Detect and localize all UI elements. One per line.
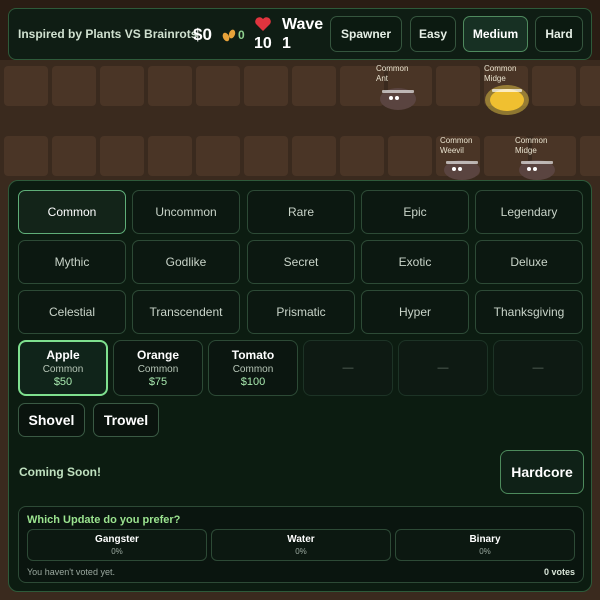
medium-button[interactable]: Medium — [463, 16, 528, 52]
poll-option-gangster[interactable]: Gangster 0% — [27, 529, 207, 561]
rarity-tab-exotic[interactable]: Exotic — [361, 240, 469, 284]
garden-tile — [100, 66, 144, 106]
poll-vote-count: 0 votes — [543, 567, 575, 577]
garden-tile — [52, 66, 96, 106]
plant-card-apple[interactable]: Apple Common $50 — [18, 340, 108, 396]
garden-tile — [580, 66, 600, 106]
easy-button[interactable]: Easy — [410, 16, 456, 52]
rarity-tab-prismatic[interactable]: Prismatic — [247, 290, 355, 334]
seed-icon — [222, 29, 236, 42]
game-title: Inspired by Plants VS Brainrots — [18, 27, 198, 41]
plant-rarity: Common — [42, 364, 84, 375]
enemy-midge[interactable] — [484, 84, 530, 116]
spawner-button[interactable]: Spawner — [330, 16, 402, 52]
plant-name: Orange — [136, 348, 179, 362]
garden-tile — [292, 136, 336, 176]
trowel-button[interactable]: Trowel — [93, 403, 159, 437]
plant-name: Apple — [46, 348, 80, 362]
garden-tile — [436, 66, 480, 106]
poll-question: Which Update do you prefer? — [27, 514, 181, 526]
enemy-label: Common Weevil — [440, 136, 473, 155]
rarity-tab-thanksgiving[interactable]: Thanksgiving — [475, 290, 583, 334]
rarity-tab-hyper[interactable]: Hyper — [361, 290, 469, 334]
poll-option-percent: 0% — [295, 547, 307, 556]
rarity-tab-celestial[interactable]: Celestial — [18, 290, 126, 334]
garden-tile — [52, 136, 96, 176]
coming-soon-text: Coming Soon! — [19, 465, 101, 479]
garden-tile — [388, 136, 432, 176]
plant-price: $50 — [53, 376, 73, 388]
plant-price: $100 — [240, 376, 266, 388]
plant-rarity: Common — [137, 364, 179, 375]
enemy-label: Common Midge — [515, 136, 548, 155]
enemy-midge[interactable] — [517, 158, 557, 182]
rarity-tab-mythic[interactable]: Mythic — [18, 240, 126, 284]
garden-tile — [244, 66, 288, 106]
rarity-tab-rare[interactable]: Rare — [247, 190, 355, 234]
rarity-tab-godlike[interactable]: Godlike — [132, 240, 240, 284]
empty-plant-slot: — — [303, 340, 393, 396]
rarity-tab-deluxe[interactable]: Deluxe — [475, 240, 583, 284]
rarity-tab-secret[interactable]: Secret — [247, 240, 355, 284]
heart-icon — [255, 17, 271, 31]
garden-tile — [196, 136, 240, 176]
enemy-ant[interactable] — [378, 86, 418, 112]
plant-name: Tomato — [231, 348, 275, 362]
garden-tile — [4, 66, 48, 106]
garden-tile — [100, 136, 144, 176]
lives-count: 10 — [254, 35, 272, 52]
hard-button[interactable]: Hard — [535, 16, 583, 52]
empty-plant-slot: — — [398, 340, 488, 396]
wave-number: 1 — [282, 35, 291, 52]
garden-tile — [580, 136, 600, 176]
top-bar: Inspired by Plants VS Brainrots $0 0 10 … — [8, 8, 592, 60]
enemy-label: Common Midge — [484, 64, 517, 83]
poll-option-name: Gangster — [95, 534, 139, 545]
poll-option-water[interactable]: Water 0% — [211, 529, 391, 561]
poll-option-binary[interactable]: Binary 0% — [395, 529, 575, 561]
garden-tile — [148, 66, 192, 106]
garden-tile — [292, 66, 336, 106]
plant-rarity: Common — [232, 364, 274, 375]
rarity-tab-uncommon[interactable]: Uncommon — [132, 190, 240, 234]
update-poll: Which Update do you prefer? Gangster 0% … — [18, 506, 584, 583]
empty-plant-slot: — — [493, 340, 583, 396]
rarity-tab-epic[interactable]: Epic — [361, 190, 469, 234]
plant-price: $75 — [148, 376, 168, 388]
garden-tile — [244, 136, 288, 176]
poll-option-percent: 0% — [479, 547, 491, 556]
poll-option-percent: 0% — [111, 547, 123, 556]
poll-option-name: Binary — [469, 534, 501, 545]
poll-status: You haven't voted yet. — [27, 567, 115, 577]
garden-tile — [340, 136, 384, 176]
hardcore-button[interactable]: Hardcore — [500, 450, 584, 494]
seed-count: 0 — [238, 28, 245, 42]
enemy-label: Common Ant — [376, 64, 409, 83]
shop-panel: Common Uncommon Rare Epic Legendary Myth… — [8, 180, 592, 592]
garden-tile — [196, 66, 240, 106]
rarity-tab-legendary[interactable]: Legendary — [475, 190, 583, 234]
garden-tile — [4, 136, 48, 176]
garden-tile — [148, 136, 192, 176]
shovel-button[interactable]: Shovel — [18, 403, 85, 437]
plant-card-tomato[interactable]: Tomato Common $100 — [208, 340, 298, 396]
rarity-tab-transcendent[interactable]: Transcendent — [132, 290, 240, 334]
poll-option-name: Water — [287, 534, 315, 545]
rarity-tab-common[interactable]: Common — [18, 190, 126, 234]
enemy-weevil[interactable] — [442, 158, 482, 182]
wave-label: Wave — [282, 16, 324, 33]
garden-tile — [532, 66, 576, 106]
plant-card-orange[interactable]: Orange Common $75 — [113, 340, 203, 396]
money-display: $0 — [193, 25, 212, 44]
